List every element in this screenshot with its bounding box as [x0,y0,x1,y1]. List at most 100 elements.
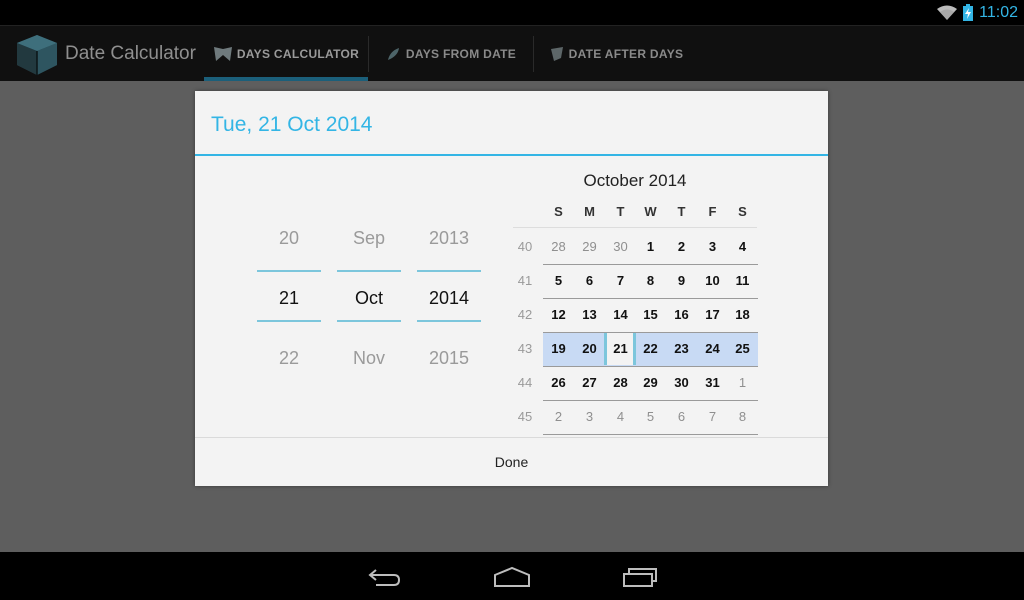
calendar-day[interactable]: 7 [605,273,636,288]
calendar-day[interactable]: 2 [543,409,574,424]
year-prev[interactable]: 2013 [417,228,481,249]
navigation-bar [0,552,1024,600]
calendar-day[interactable]: 14 [605,307,636,322]
week-divider [543,434,758,435]
week-number: 40 [517,239,533,254]
weekday-label: S [738,204,747,219]
calendar-day[interactable]: 28 [605,375,636,390]
calendar-day[interactable]: 12 [543,307,574,322]
month-selected[interactable]: Oct [337,288,401,309]
home-button[interactable] [488,562,536,592]
year-selected[interactable]: 2014 [417,288,481,309]
calendar-day[interactable]: 8 [727,409,758,424]
calendar-day[interactable]: 1 [727,375,758,390]
recent-apps-icon [623,568,657,587]
calendar-month-title: October 2014 [583,171,687,190]
calendar-day[interactable]: 26 [543,375,574,390]
week-divider [543,332,758,333]
weekday-label: M [584,204,595,219]
picker-divider [337,270,401,272]
calendar-day[interactable]: 6 [574,273,605,288]
calendar-day[interactable]: 8 [635,273,666,288]
picker-divider [257,320,321,322]
weekday-label: F [708,204,717,219]
back-button[interactable] [360,562,408,592]
calendar-day[interactable]: 25 [727,341,758,356]
calendar-day[interactable]: 18 [727,307,758,322]
calendar-day[interactable]: 24 [697,341,728,356]
app-cube-icon[interactable] [14,33,60,77]
status-bar: 11:02 [0,0,1024,25]
wifi-icon [937,5,958,20]
calendar-day[interactable]: 23 [666,341,697,356]
calendar-day[interactable]: 20 [574,341,605,356]
title-divider [195,154,828,156]
status-icons: 11:02 [937,2,1018,23]
tab-label: DAYS FROM DATE [405,47,517,61]
calendar-day[interactable]: 5 [543,273,574,288]
calendar-day[interactable]: 2 [666,239,697,254]
picker-divider [257,270,321,272]
done-button[interactable]: Done [195,438,828,486]
tab-label: DATE AFTER DAYS [568,47,684,61]
picker-divider [337,320,401,322]
week-number: 44 [517,375,533,390]
calendar-day[interactable]: 11 [727,273,758,288]
calendar-day[interactable]: 22 [635,341,666,356]
calendar-day[interactable]: 5 [635,409,666,424]
weekday-divider [513,227,757,228]
week-divider [543,366,758,367]
month-prev[interactable]: Sep [337,228,401,249]
calendar-day[interactable]: 1 [635,239,666,254]
recent-apps-button[interactable] [616,562,664,592]
week-number: 43 [517,341,533,356]
week-divider [543,400,758,401]
calendar-day[interactable]: 30 [666,375,697,390]
calendar-day[interactable]: 30 [605,239,636,254]
calendar-day[interactable]: 4 [605,409,636,424]
calendar-day[interactable]: 9 [666,273,697,288]
week-divider [543,298,758,299]
week-number: 41 [517,273,533,288]
calendar-day[interactable]: 3 [574,409,605,424]
calendar-day[interactable]: 4 [727,239,758,254]
tab-days-calculator[interactable]: DAYS CALCULATOR [204,26,368,82]
weekday-label: W [644,204,657,219]
calendar-day[interactable]: 29 [574,239,605,254]
calendar-day[interactable]: 29 [635,375,666,390]
calendar-day[interactable]: 3 [697,239,728,254]
week-number: 42 [517,307,533,322]
day-selected[interactable]: 21 [257,288,321,309]
calendar-day[interactable]: 19 [543,341,574,356]
calendar-day[interactable]: 31 [697,375,728,390]
calendar-day[interactable]: 21 [605,341,636,356]
tab-date-after-days[interactable]: DATE AFTER DAYS [534,26,698,82]
weekday-label: S [554,204,563,219]
date-picker-dialog: Tue, 21 Oct 2014 20 21 22 Sep Oct Nov 20… [195,91,828,486]
feather-icon [387,48,399,60]
action-bar: Date Calculator DAYS CALCULATOR DAYS FRO… [0,25,1024,82]
picker-divider [417,320,481,322]
battery-charging-icon [963,4,974,21]
day-prev[interactable]: 20 [257,228,321,249]
calendar-day[interactable]: 15 [635,307,666,322]
picker-divider [417,270,481,272]
day-next[interactable]: 22 [257,348,321,369]
calendar-day[interactable]: 28 [543,239,574,254]
week-number: 45 [517,409,533,424]
calendar-day[interactable]: 27 [574,375,605,390]
year-next[interactable]: 2015 [417,348,481,369]
calendar-day[interactable]: 13 [574,307,605,322]
weekday-label: T [677,204,686,219]
calendar-day[interactable]: 16 [666,307,697,322]
month-next[interactable]: Nov [337,348,401,369]
calendar-day[interactable]: 17 [697,307,728,322]
calendar-day[interactable]: 10 [697,273,728,288]
calendar-day[interactable]: 6 [666,409,697,424]
clock: 11:02 [979,3,1018,21]
tab-label: DAYS CALCULATOR [236,47,360,61]
calendar-day[interactable]: 7 [697,409,728,424]
page-icon [550,47,563,61]
back-icon [368,569,401,586]
tab-days-from-date[interactable]: DAYS FROM DATE [369,26,533,82]
